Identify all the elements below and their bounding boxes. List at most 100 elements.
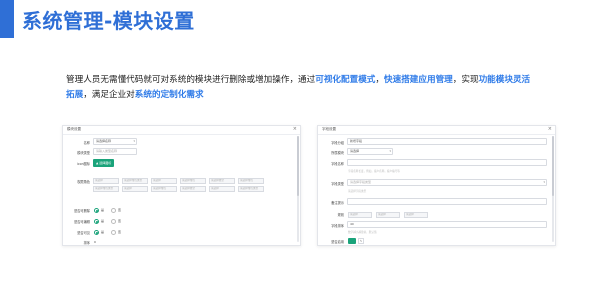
field-sort-hint: 数字越小越靠前，默认值 bbox=[348, 231, 377, 234]
rule-label: 规则 bbox=[337, 213, 344, 217]
radio-no[interactable] bbox=[111, 230, 116, 235]
permission-chip[interactable]: 请选择角色 bbox=[238, 178, 264, 184]
dialog-header: 模块设置 × bbox=[63, 126, 300, 135]
field-type-hint: 请选择字段类型 bbox=[348, 190, 367, 193]
dialog-title: 字段设置 bbox=[322, 127, 336, 131]
permission-chip[interactable]: 请选择 bbox=[122, 186, 148, 192]
rule-chip[interactable]: 请选择 bbox=[348, 212, 372, 218]
name-row: 名称 请选择名称 ▾ bbox=[63, 138, 300, 147]
field-type-value: 请选择字段类型 bbox=[350, 180, 372, 184]
field-sort-row: 字段排序 40 bbox=[318, 221, 555, 230]
highlight-text: 快速搭建应用管理 bbox=[384, 75, 453, 85]
group-input[interactable]: 新增字段 bbox=[347, 138, 547, 145]
radio-row-label: 是否可删除 bbox=[74, 209, 90, 213]
description-text: ，满足企业对 bbox=[83, 90, 135, 100]
rule-chip[interactable]: 请选择 bbox=[404, 212, 428, 218]
radio-row: 是否可编辑 是 否 bbox=[63, 217, 300, 226]
description-text: 管理人员无需懂代码就可对系统的模块进行删除或增加操作，通过 bbox=[66, 75, 316, 85]
highlight-text: 系统的定制化需求 bbox=[134, 90, 204, 100]
name-value: 请选择名称 bbox=[96, 139, 112, 143]
radio-row: 是否可见 是 否 bbox=[63, 228, 300, 237]
radio-no-label: 否 bbox=[118, 208, 122, 212]
slide-title: 系统管理-模块设置 bbox=[22, 9, 195, 33]
permission-chip[interactable]: 请选择角色类型 bbox=[238, 186, 264, 192]
scrollbar[interactable] bbox=[552, 136, 554, 242]
module-label: 所属模块 bbox=[331, 151, 344, 155]
radio-row-label: 是否可编辑 bbox=[74, 220, 90, 224]
radio-yes[interactable] bbox=[94, 219, 99, 224]
permission-chip[interactable]: 请选择 bbox=[151, 178, 177, 184]
enable-label: 是否启用 bbox=[331, 240, 344, 244]
field-type-row: 字段类型 请选择字段类型 ▾ bbox=[318, 179, 555, 188]
sort-label: 排序 bbox=[83, 241, 90, 245]
field-name-input[interactable] bbox=[347, 159, 547, 166]
select-icon-button-label: 选择图标 bbox=[99, 161, 112, 165]
sort-row: 排序 0 bbox=[63, 238, 300, 245]
radio-yes[interactable] bbox=[94, 230, 99, 235]
radio-no[interactable] bbox=[111, 208, 116, 213]
module-settings-dialog: 模块设置 × 名称 请选择名称 ▾ 模块类型 请输入类型名称 icon图标 ▲ … bbox=[62, 125, 301, 246]
radio-yes[interactable] bbox=[94, 208, 99, 213]
module-select[interactable]: 请选择 ▾ bbox=[347, 148, 393, 155]
field-type-select[interactable]: 请选择字段类型 ▾ bbox=[347, 179, 547, 186]
group-value: 新增字段 bbox=[350, 139, 363, 143]
name-select[interactable]: 请选择名称 ▾ bbox=[93, 138, 137, 145]
select-icon-button[interactable]: ▲ 选择图标 bbox=[93, 159, 115, 167]
type-row: 模块类型 请输入类型名称 bbox=[63, 148, 300, 157]
radio-no-label: 否 bbox=[118, 230, 122, 234]
name-label: 名称 bbox=[83, 141, 90, 145]
close-icon[interactable]: × bbox=[548, 126, 552, 132]
group-label: 字段分组 bbox=[331, 141, 344, 145]
chevron-down-icon: ▾ bbox=[133, 139, 135, 143]
field-settings-dialog: 字段设置 × 字段分组 新增字段 所属模块 请选择 ▾ 字段名称 字段名称长度，… bbox=[317, 125, 556, 246]
radio-yes-label: 是 bbox=[101, 219, 105, 223]
field-name-row: 字段名称 bbox=[318, 159, 555, 168]
field-sort-label: 字段排序 bbox=[331, 224, 344, 228]
description-text: ， bbox=[375, 75, 385, 85]
enable-row: 是否启用 ✎ bbox=[318, 237, 555, 245]
permission-chip[interactable]: 请选择角色类型 bbox=[93, 186, 119, 192]
edit-icon[interactable]: ✎ bbox=[358, 238, 364, 244]
dialog-title: 模块设置 bbox=[67, 127, 81, 131]
rule-chip[interactable]: 请选择 bbox=[376, 212, 400, 218]
permission-chip[interactable]: 请选择角色 bbox=[151, 186, 177, 192]
group-row: 字段分组 新增字段 bbox=[318, 138, 555, 147]
scrollbar[interactable] bbox=[297, 136, 299, 242]
chevron-down-icon: ▾ bbox=[543, 180, 545, 184]
field-sort-value: 40 bbox=[350, 222, 354, 226]
field-name-hint: 字段名称长度，例如，客户名称，客户编号等 bbox=[348, 170, 400, 173]
radio-no-label: 否 bbox=[118, 219, 122, 223]
type-input[interactable]: 请输入类型名称 bbox=[93, 148, 137, 155]
image-icon: ▲ bbox=[96, 161, 99, 165]
permission-label: 权限角色 bbox=[77, 180, 90, 184]
radio-yes-label: 是 bbox=[101, 230, 105, 234]
field-name-label: 字段名称 bbox=[331, 162, 344, 166]
description: 管理人员无需懂代码就可对系统的模块进行删除或增加操作，通过可视化配置模式，快速搭… bbox=[66, 73, 536, 103]
accent-bar bbox=[0, 0, 14, 38]
field-sort-input[interactable]: 40 bbox=[347, 221, 547, 228]
module-value: 请选择 bbox=[350, 149, 360, 153]
permission-chip[interactable]: 请选择角色类型 bbox=[122, 178, 148, 184]
module-row: 所属模块 请选择 ▾ bbox=[318, 148, 555, 157]
slide: 系统管理-模块设置 管理人员无需懂代码就可对系统的模块进行删除或增加操作，通过可… bbox=[0, 0, 598, 289]
enable-toggle[interactable] bbox=[348, 238, 356, 244]
icon-label: icon图标 bbox=[77, 162, 90, 166]
permission-chip[interactable]: 请选择 bbox=[209, 186, 235, 192]
close-icon[interactable]: × bbox=[293, 126, 297, 132]
description-text: ，实现 bbox=[452, 75, 479, 85]
note-input[interactable] bbox=[347, 198, 547, 205]
dialog-header: 字段设置 × bbox=[318, 126, 555, 135]
chevron-down-icon: ▾ bbox=[389, 149, 391, 153]
radio-row-label: 是否可见 bbox=[77, 231, 90, 235]
radio-no[interactable] bbox=[111, 219, 116, 224]
note-label: 备注提示 bbox=[331, 201, 344, 205]
icon-row: icon图标 ▲ 选择图标 bbox=[63, 159, 300, 168]
permission-chip[interactable]: 请选择类型 bbox=[180, 186, 206, 192]
highlight-text: 可视化配置模式 bbox=[315, 75, 376, 85]
radio-row: 是否可删除 是 否 bbox=[63, 206, 300, 215]
sort-value: 0 bbox=[94, 240, 96, 244]
permission-chip[interactable]: 请选择角色 bbox=[180, 178, 206, 184]
permission-chip[interactable]: 请选择 bbox=[93, 178, 119, 184]
permission-chip[interactable]: 请选择类型 bbox=[209, 178, 235, 184]
type-label: 模块类型 bbox=[77, 151, 90, 155]
